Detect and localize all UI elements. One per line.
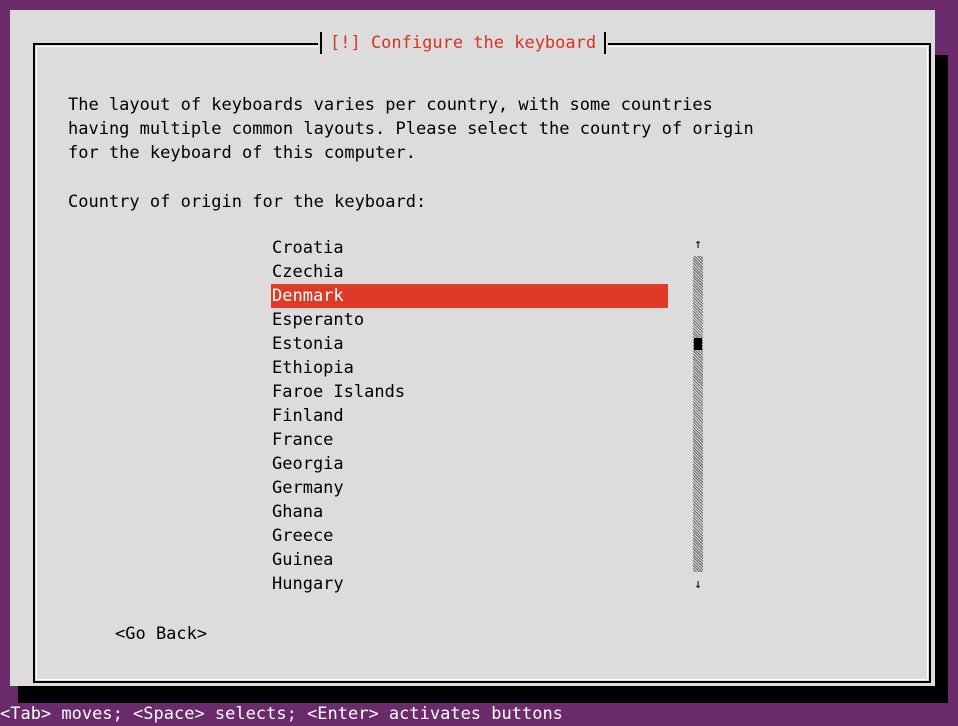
dialog-title-bar: [!] Configure the keyboard xyxy=(318,30,609,56)
country-list[interactable]: Croatia Czechia Denmark Esperanto Estonia Eth… xyxy=(271,236,668,596)
country-option[interactable]: Finland xyxy=(271,404,668,428)
country-option[interactable]: Georgia xyxy=(271,452,668,476)
country-option-selected[interactable]: Denmark xyxy=(271,284,668,308)
country-option[interactable]: Ghana xyxy=(271,500,668,524)
country-option[interactable]: Ethiopia xyxy=(271,356,668,380)
status-bar-hint: <Tab> moves; <Space> selects; <Enter> ac… xyxy=(0,704,563,724)
country-option[interactable]: France xyxy=(271,428,668,452)
scroll-thumb[interactable] xyxy=(694,338,702,350)
country-option[interactable]: Czechia xyxy=(271,260,668,284)
country-option[interactable]: Hungary xyxy=(271,572,668,596)
country-option[interactable]: Germany xyxy=(271,476,668,500)
title-left-bracket xyxy=(320,32,322,54)
dialog-description: The layout of keyboards varies per count… xyxy=(68,95,754,163)
configure-keyboard-dialog: [!] Configure the keyboard The layout of… xyxy=(10,10,935,686)
country-option[interactable]: Faroe Islands xyxy=(271,380,668,404)
country-option[interactable]: Croatia xyxy=(271,236,668,260)
installer-screen: [!] Configure the keyboard The layout of… xyxy=(0,0,958,726)
title-right-bracket xyxy=(604,32,607,54)
scroll-track[interactable] xyxy=(693,256,703,572)
country-option[interactable]: Esperanto xyxy=(271,308,668,332)
country-list-scrollbar[interactable]: ↑ ↓ xyxy=(691,238,705,598)
dialog-title: [!] Configure the keyboard xyxy=(330,33,597,53)
scroll-up-arrow-icon[interactable]: ↑ xyxy=(691,238,705,252)
country-prompt: Country of origin for the keyboard: xyxy=(68,192,427,212)
country-option[interactable]: Guinea xyxy=(271,548,668,572)
scroll-down-arrow-icon[interactable]: ↓ xyxy=(691,578,705,592)
country-option[interactable]: Greece xyxy=(271,524,668,548)
go-back-button[interactable]: <Go Back> xyxy=(115,622,207,646)
country-option[interactable]: Estonia xyxy=(271,332,668,356)
